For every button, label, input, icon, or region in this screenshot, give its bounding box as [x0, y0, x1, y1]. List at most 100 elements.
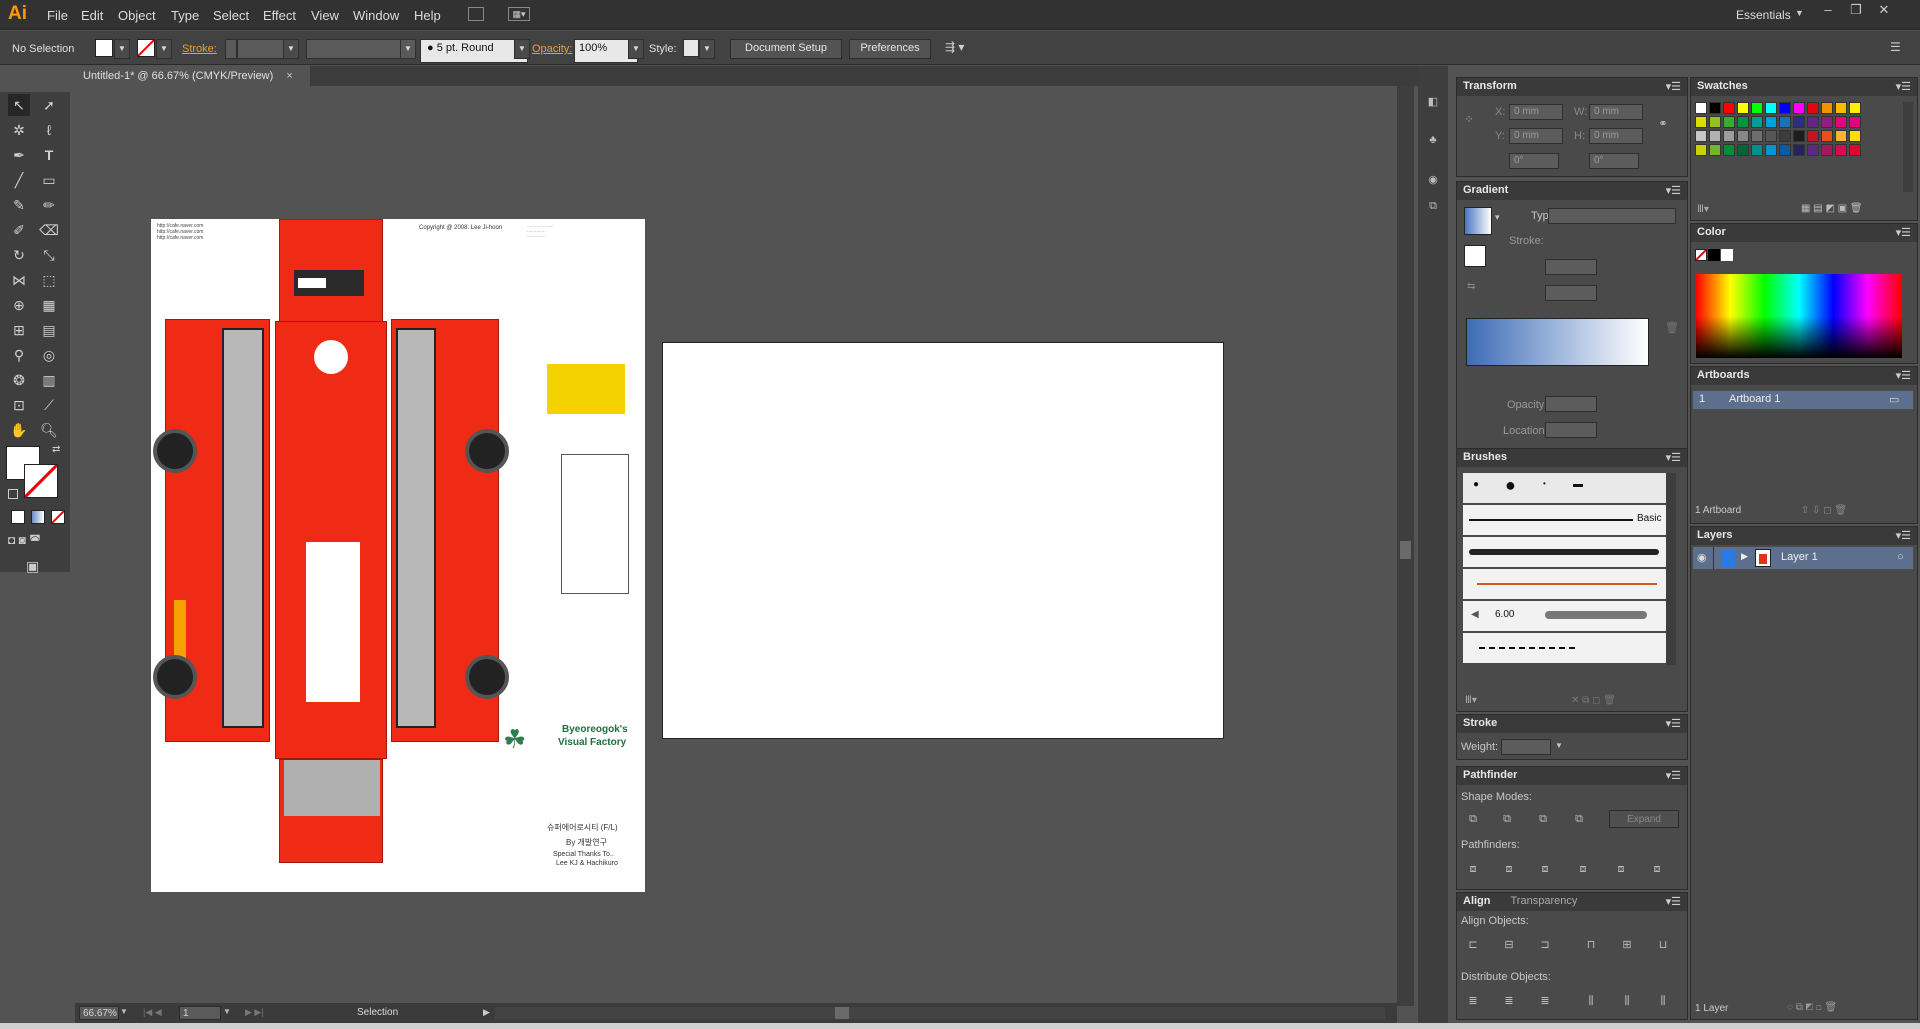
brush-tip-large[interactable]: ● — [1505, 475, 1516, 496]
screen-mode-icon[interactable]: ▣ — [26, 558, 39, 575]
color-none-swatch[interactable] — [1695, 249, 1707, 261]
default-colors-icon[interactable] — [8, 489, 18, 499]
gradient-mode-icon[interactable] — [31, 510, 45, 524]
width-tool-icon[interactable]: ⋈ — [8, 269, 30, 291]
crop-icon[interactable]: ⧈ — [1575, 861, 1591, 877]
stroke-weight-dropdown-icon[interactable]: ▼ — [283, 39, 299, 59]
color-swatch[interactable] — [1835, 102, 1847, 114]
symbols-icon[interactable]: ♣ — [1425, 132, 1441, 148]
last-artboard-icon[interactable]: ▶ ▶| — [245, 1007, 264, 1018]
bridge-icon[interactable] — [468, 7, 484, 21]
stroke-menu-icon[interactable]: ▾☰ — [1666, 717, 1681, 730]
brush-basic-row[interactable]: Basic — [1463, 505, 1668, 535]
color-swatch[interactable] — [1751, 116, 1763, 128]
stroke-color-box[interactable] — [23, 463, 59, 499]
symbol-sprayer-tool-icon[interactable]: ❂ — [8, 369, 30, 391]
minus-front-icon[interactable]: ⧉ — [1499, 811, 1515, 827]
arrange-icon[interactable]: ⇶ ▾ — [945, 40, 964, 54]
zoom-dropdown-icon[interactable]: ▼ — [120, 1007, 128, 1016]
selection-tool-icon[interactable]: ↖ — [8, 94, 30, 116]
stroke-dropdown-icon[interactable]: ▼ — [156, 39, 172, 59]
close-icon[interactable]: ✕ — [1871, 2, 1897, 18]
graphic-styles-icon[interactable]: ⧉ — [1425, 198, 1441, 214]
color-swatch[interactable] — [1751, 130, 1763, 142]
swatch-actions-icons[interactable]: ▦ ▤ ◩ ▣ 🗑︎ — [1801, 203, 1863, 214]
variable-width-profile[interactable] — [306, 39, 402, 59]
color-spectrum[interactable] — [1696, 274, 1902, 358]
color-swatch[interactable] — [1849, 144, 1861, 156]
layer-target-icon[interactable]: ○ — [1897, 551, 1904, 563]
gradient-menu-icon[interactable]: ▾☰ — [1666, 184, 1681, 197]
align-top-icon[interactable]: ⊓ — [1583, 937, 1599, 953]
distribute-hcenter-icon[interactable]: ⫼ — [1619, 993, 1635, 1009]
paintbrush-tool-icon[interactable]: ✎ — [8, 194, 30, 216]
scale-tool-icon[interactable]: ⤡ — [38, 244, 60, 266]
menu-view[interactable]: View — [311, 8, 339, 23]
brushes-scrollbar[interactable] — [1666, 473, 1676, 665]
eraser-tool-icon[interactable]: ⌫ — [38, 219, 60, 241]
color-swatch[interactable] — [1793, 144, 1805, 156]
color-guide-icon[interactable]: ◧ — [1425, 94, 1441, 110]
document-setup-button[interactable]: Document Setup — [730, 39, 842, 59]
slice-tool-icon[interactable]: ⟋ — [38, 394, 60, 416]
minus-back-icon[interactable]: ⧈ — [1649, 861, 1665, 877]
rectangle-tool-icon[interactable]: ▭ — [38, 169, 60, 191]
color-swatch[interactable] — [1723, 144, 1735, 156]
color-menu-icon[interactable]: ▾☰ — [1896, 226, 1911, 239]
color-swatch[interactable] — [1695, 144, 1707, 156]
distribute-vcenter-icon[interactable]: ≣ — [1501, 993, 1517, 1009]
vertical-scrollbar[interactable] — [1397, 86, 1414, 1006]
hand-tool-icon[interactable]: ✋ — [8, 419, 30, 441]
color-swatch[interactable] — [1765, 144, 1777, 156]
visibility-eye-icon[interactable]: ◉ — [1697, 551, 1707, 564]
distribute-right-icon[interactable]: ⫼ — [1655, 993, 1671, 1009]
gradient-stroke-swatch[interactable] — [1464, 245, 1486, 267]
artboard-actions-icons[interactable]: ⇧ ⇩ ◻ 🗑︎ — [1801, 505, 1847, 516]
align-left-icon[interactable]: ⊏ — [1465, 937, 1481, 953]
shear-field[interactable]: 0° — [1589, 153, 1639, 169]
color-swatch[interactable] — [1765, 116, 1777, 128]
color-swatch[interactable] — [1821, 102, 1833, 114]
zoom-field[interactable]: 66.67% — [79, 1006, 119, 1020]
style-dropdown-icon[interactable]: ▼ — [699, 39, 715, 59]
menu-help[interactable]: Help — [414, 8, 441, 23]
menu-effect[interactable]: Effect — [263, 8, 296, 23]
align-hcenter-icon[interactable]: ⊟ — [1501, 937, 1517, 953]
brush-actions-icons[interactable]: ✕ ⧉ ◻ 🗑︎ — [1571, 695, 1616, 706]
artboard-empty[interactable] — [662, 342, 1224, 739]
outline-icon[interactable]: ⧈ — [1613, 861, 1629, 877]
swatches-menu-icon[interactable]: ▾☰ — [1896, 80, 1911, 93]
mesh-tool-icon[interactable]: ⊞ — [8, 319, 30, 341]
brush-arrow-row[interactable] — [1463, 569, 1668, 599]
color-white-swatch[interactable] — [1721, 249, 1733, 261]
brush-tip-angled[interactable]: ▬ — [1573, 479, 1583, 490]
gradient-angle-field[interactable] — [1545, 259, 1597, 275]
gradient-slider[interactable] — [1466, 318, 1649, 366]
variable-width-dropdown-icon[interactable]: ▼ — [400, 39, 416, 59]
color-swatch[interactable] — [1695, 130, 1707, 142]
color-swatch[interactable] — [1779, 130, 1791, 142]
pencil-tool-icon[interactable]: ✏ — [38, 194, 60, 216]
reverse-gradient-icon[interactable]: ⇆ — [1467, 281, 1483, 293]
vertical-scroll-thumb[interactable] — [1400, 541, 1411, 559]
blend-tool-icon[interactable]: ◎ — [38, 344, 60, 366]
y-field[interactable]: 0 mm — [1509, 128, 1563, 144]
intersect-icon[interactable]: ⧉ — [1535, 811, 1551, 827]
align-bottom-icon[interactable]: ⊔ — [1655, 937, 1671, 953]
horizontal-scroll-thumb[interactable] — [835, 1007, 849, 1019]
artboard-options-icon[interactable]: ▭ — [1889, 393, 1899, 406]
rotate-tool-icon[interactable]: ↻ — [8, 244, 30, 266]
transform-menu-icon[interactable]: ▾☰ — [1666, 80, 1681, 93]
preferences-button[interactable]: Preferences — [849, 39, 931, 59]
color-swatch[interactable] — [1695, 116, 1707, 128]
color-swatch[interactable] — [1793, 102, 1805, 114]
unite-icon[interactable]: ⧉ — [1465, 811, 1481, 827]
arrange-documents-icon[interactable]: ▦▾ — [508, 7, 530, 21]
color-swatch[interactable] — [1737, 130, 1749, 142]
color-swatch[interactable] — [1709, 116, 1721, 128]
align-menu-icon[interactable]: ▾☰ — [1666, 895, 1681, 908]
delete-stop-icon[interactable]: 🗑︎ — [1664, 320, 1680, 336]
horizontal-scrollbar[interactable] — [495, 1007, 1385, 1019]
stroke-weight-field[interactable] — [237, 39, 285, 59]
color-swatch[interactable] — [1793, 116, 1805, 128]
